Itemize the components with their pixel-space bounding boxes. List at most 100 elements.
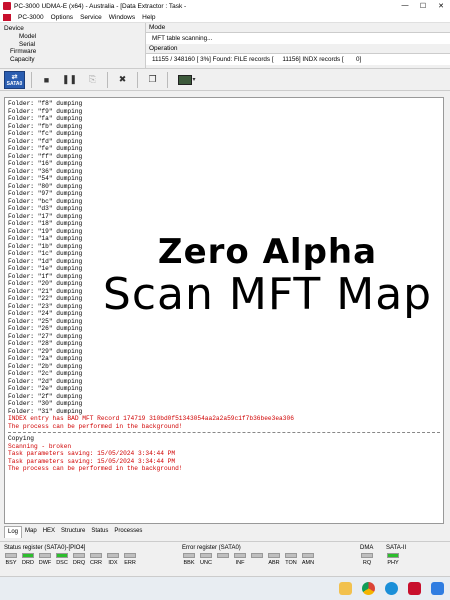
toolbar-separator <box>137 71 138 88</box>
log-folder-line: Folder: "20" dumping <box>8 280 83 287</box>
menu-windows[interactable]: Windows <box>109 14 135 21</box>
sata-port-label: SATA0 <box>6 80 23 87</box>
device-capacity-label: Capacity <box>10 55 35 63</box>
led-lamp <box>124 553 136 558</box>
led-lamp <box>387 553 399 558</box>
pc3000-taskbar-icon[interactable] <box>408 582 421 595</box>
tab-status[interactable]: Status <box>88 526 111 538</box>
tab-log[interactable]: Log <box>4 526 23 538</box>
led-lamp <box>39 553 51 558</box>
log-folder-line: Folder: "fd" dumping <box>8 137 83 145</box>
led-lamp <box>234 553 246 558</box>
log-folder-line: Folder: "22" dumping <box>8 295 83 302</box>
led-label: ERR <box>124 560 136 566</box>
stop-button[interactable]: ■ <box>38 71 55 88</box>
led-indicator: ERR <box>123 553 137 566</box>
menu-pc3000[interactable]: PC-3000 <box>18 14 44 21</box>
log-folder-line: Folder: "bc" dumping <box>8 197 83 205</box>
led-label: ABR <box>268 560 280 566</box>
maximize-icon[interactable]: ☐ <box>414 2 432 10</box>
tab-map[interactable]: Map <box>22 526 40 538</box>
led-label: DRQ <box>72 560 86 566</box>
tab-hex[interactable]: HEX <box>40 526 58 538</box>
device-model-label: Model <box>19 33 37 40</box>
stop-icon: ■ <box>43 74 50 85</box>
chrome-icon[interactable] <box>362 582 375 595</box>
windows-start-icon[interactable] <box>431 582 444 595</box>
led-label: RQ <box>362 560 372 566</box>
log-folder-line: Folder: "1c" dumping <box>8 250 83 257</box>
menu-help[interactable]: Help <box>142 14 155 21</box>
tab-structure[interactable]: Structure <box>58 526 88 538</box>
menu-service[interactable]: Service <box>80 14 102 21</box>
operation-header: Operation <box>146 44 450 54</box>
pause-icon: ❚❚ <box>61 74 78 84</box>
led-lamp <box>183 553 195 558</box>
bottom-tabs: Log Map HEX Structure Status Processes <box>4 526 145 538</box>
led-indicator: IDX <box>106 553 120 566</box>
led-label: UNC <box>200 560 212 566</box>
status-register-title: Status register (SATA0)-[PIO4] <box>4 545 86 551</box>
sata-port-button[interactable]: ⇄ SATA0 <box>4 70 25 89</box>
led-label: BSY <box>5 560 17 566</box>
log-folder-line: Folder: "fc" dumping <box>8 130 83 137</box>
led-indicator <box>250 553 264 566</box>
log-folder-line: Folder: "30" dumping <box>8 400 83 407</box>
tab-processes[interactable]: Processes <box>111 526 145 538</box>
led-indicator: TON <box>284 553 298 566</box>
led-lamp <box>107 553 119 558</box>
pause-button[interactable]: ❚❚ <box>61 71 78 88</box>
minimize-icon[interactable]: — <box>396 2 414 10</box>
dma-leds: RQ <box>360 553 374 566</box>
led-indicator: DRD <box>21 553 35 566</box>
log-folder-line: Folder: "80" dumping <box>8 182 83 190</box>
log-folder-line: Folder: "2f" dumping <box>8 392 83 400</box>
windows-icon: ❐ <box>148 74 157 84</box>
log-folder-line: Folder: "fe" dumping <box>8 145 83 152</box>
led-lamp <box>302 553 314 558</box>
edge-icon[interactable] <box>385 582 398 595</box>
led-label: AMN <box>301 560 315 566</box>
toolbar-separator <box>107 71 108 88</box>
log-folder-line: Folder: "36" dumping <box>8 167 83 175</box>
log-folder-line: Folder: "1d" dumping <box>8 257 83 265</box>
dma-group: DMA RQ <box>360 545 374 566</box>
led-indicator <box>216 553 230 566</box>
log-folder-line: Folder: "f8" dumping <box>8 100 83 107</box>
export-button[interactable]: ⎘ <box>84 71 101 88</box>
led-indicator: INF <box>233 553 247 566</box>
led-indicator: RQ <box>360 553 374 566</box>
mode-value: MFT table scanning... <box>146 33 450 44</box>
menu-options[interactable]: Options <box>51 14 73 21</box>
image-button[interactable]: ▾ <box>174 71 200 88</box>
led-lamp <box>90 553 102 558</box>
led-indicator: CRR <box>89 553 103 566</box>
sata2-title: SATA-II <box>386 545 407 551</box>
led-label: DSC <box>56 560 68 566</box>
file-explorer-icon[interactable] <box>339 582 352 595</box>
windows-button[interactable]: ❐ <box>144 71 161 88</box>
info-panel: Device Model Serial Firmware Capacity Mo… <box>0 23 450 69</box>
led-lamp <box>73 553 85 558</box>
log-folder-line: Folder: "19" dumping <box>8 227 83 235</box>
led-lamp <box>268 553 280 558</box>
dma-title: DMA <box>360 545 374 551</box>
led-lamp <box>200 553 212 558</box>
tools-button[interactable]: ✖ <box>114 71 131 88</box>
log-folder-line: Folder: "21" dumping <box>8 287 83 295</box>
led-indicator: UNC <box>199 553 213 566</box>
window-controls: — ☐ ✕ <box>396 2 450 10</box>
log-folder-line: Folder: "29" dumping <box>8 347 83 355</box>
toolbar-separator <box>31 71 32 88</box>
log-scrollbar[interactable] <box>444 97 450 524</box>
log-area[interactable]: Folder: "f8" dumping Folder: "f9" dumping… <box>4 97 444 524</box>
led-lamp <box>5 553 17 558</box>
led-indicator: DSC <box>55 553 69 566</box>
led-label: DRD <box>22 560 34 566</box>
led-label: TON <box>285 560 297 566</box>
title-bar: PC-3000 UDMA-E (x64) - Australia - [Data… <box>0 0 450 12</box>
log-folder-line: Folder: "2c" dumping <box>8 370 83 377</box>
close-icon[interactable]: ✕ <box>432 2 450 10</box>
status-register-group: Status register (SATA0)-[PIO4] BSY DRD DWF… <box>4 545 137 566</box>
log-saving-line: Task parameters saving: 15/05/2024 3:34:… <box>8 450 176 457</box>
